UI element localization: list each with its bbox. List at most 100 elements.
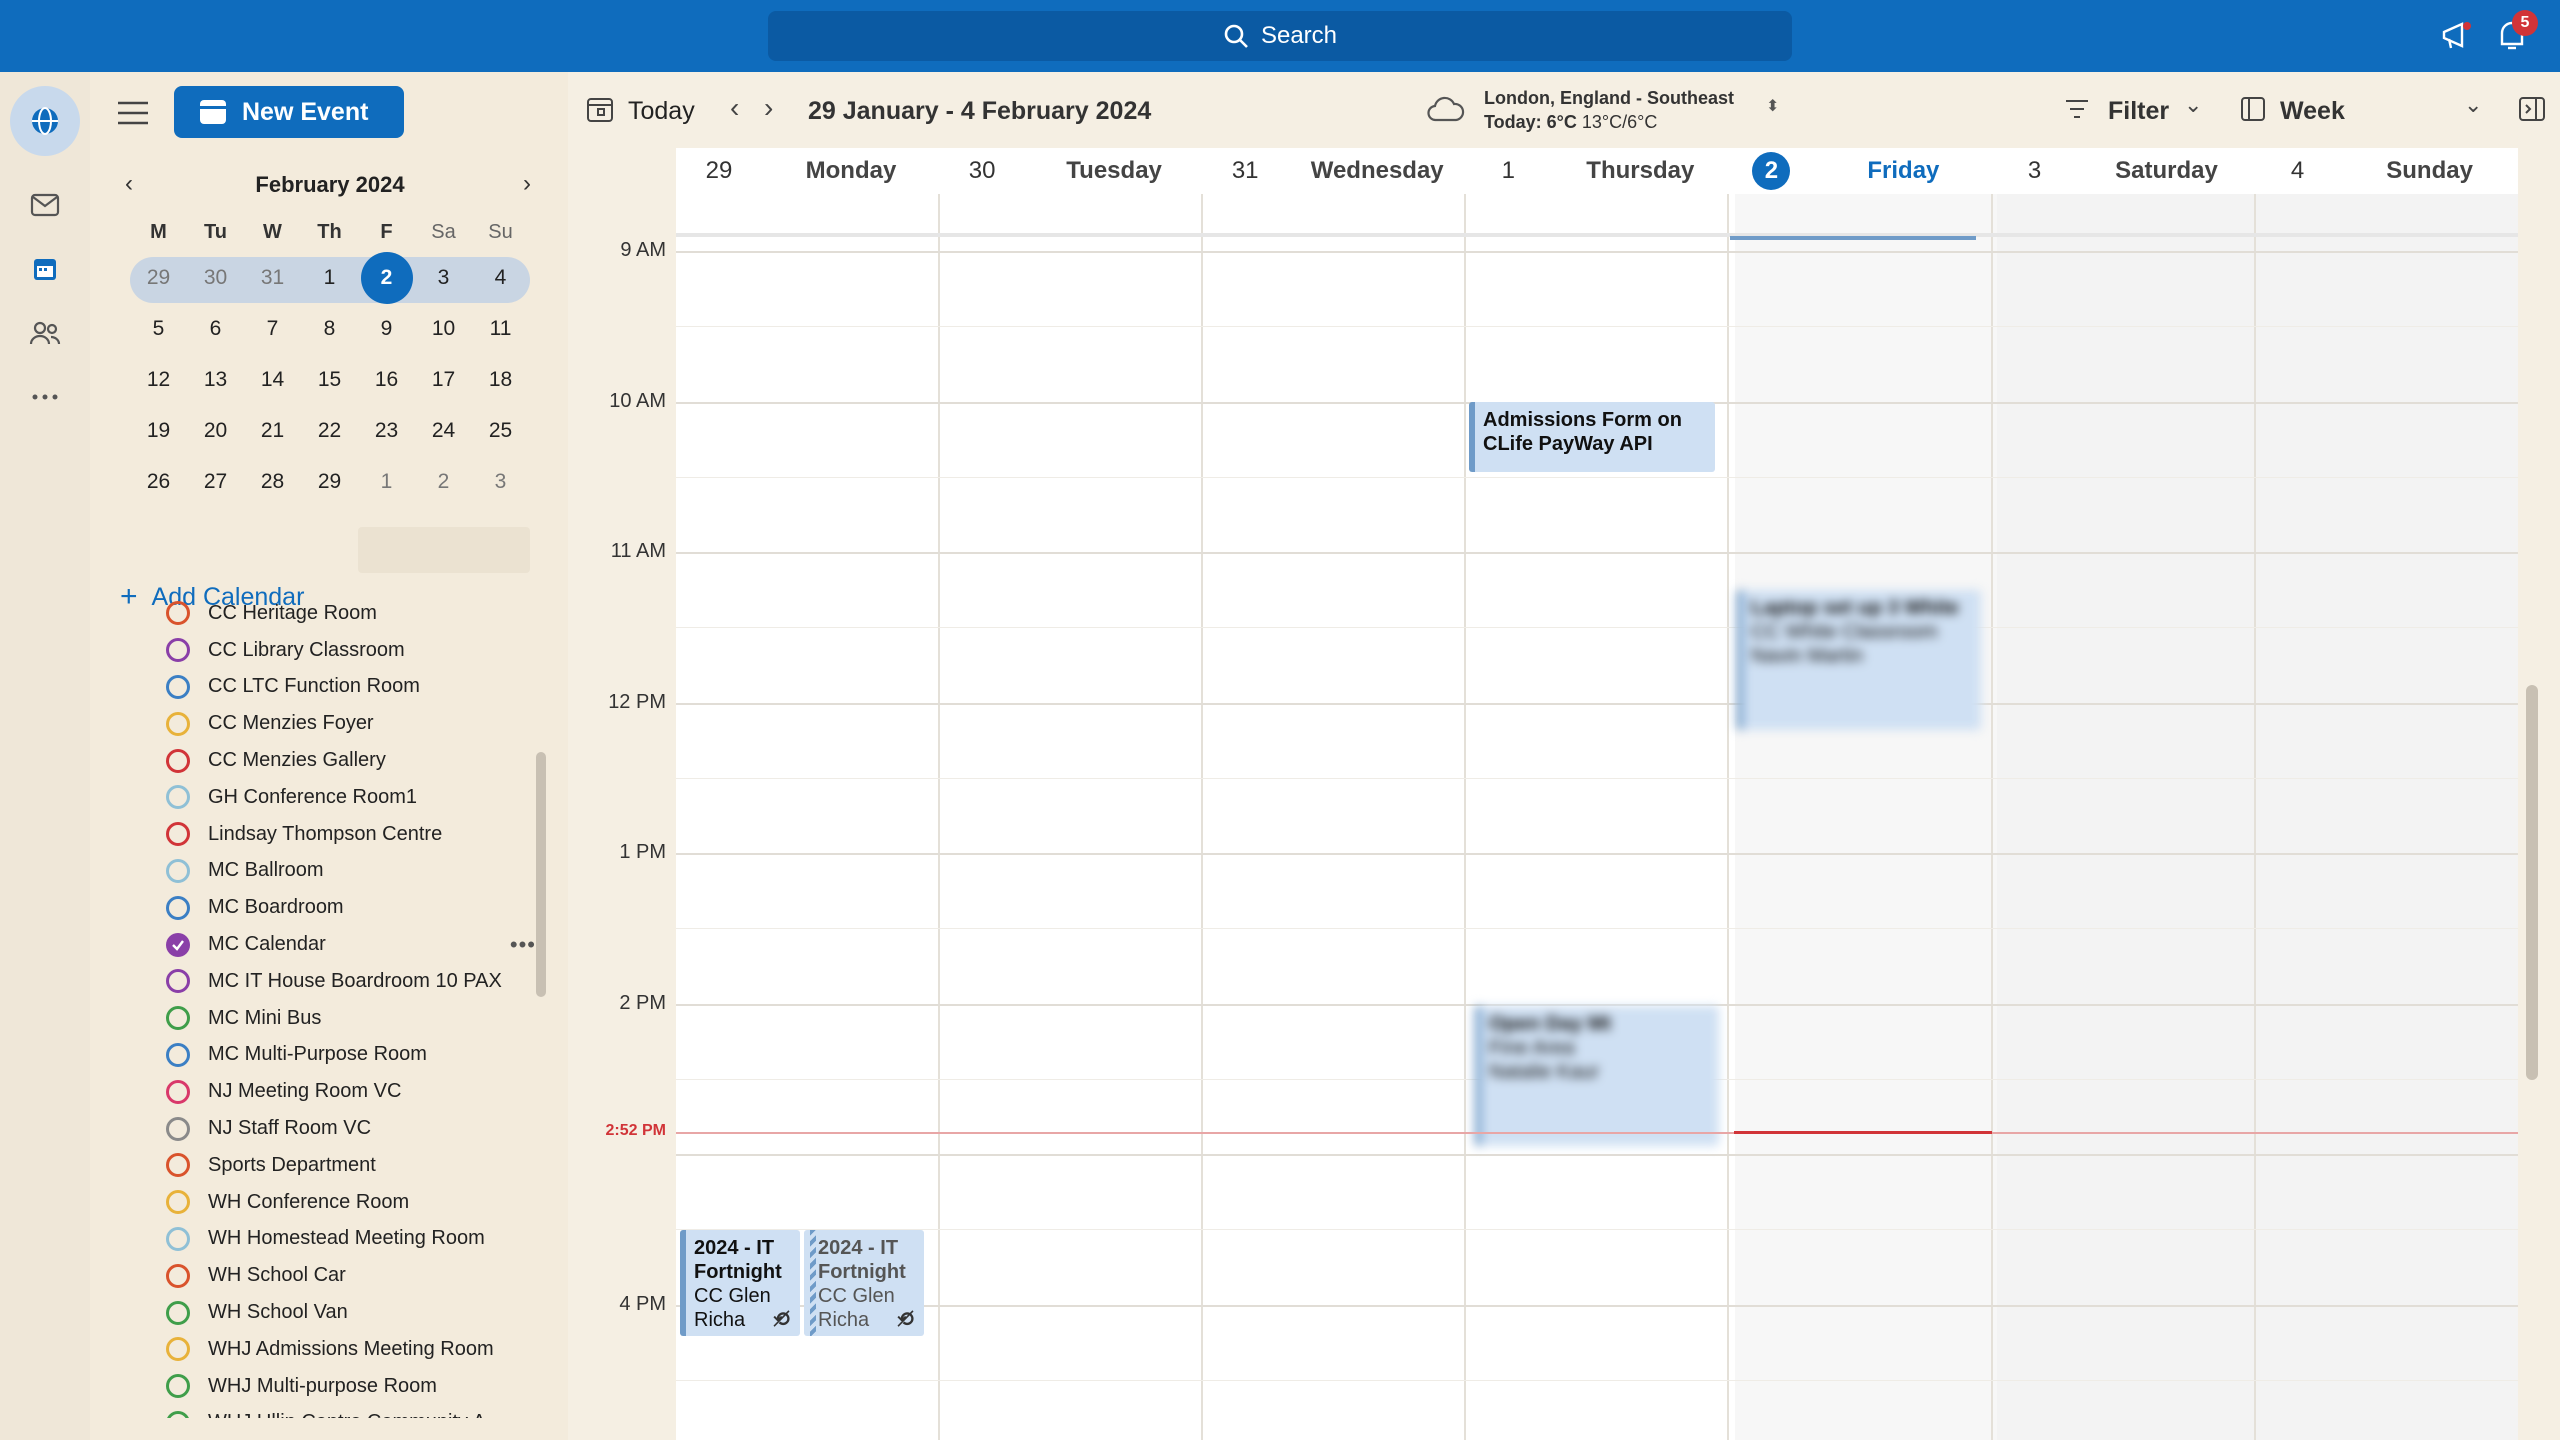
rail-more-button[interactable]	[22, 374, 68, 420]
calendar-list-item[interactable]: WH Homestead Meeting Room	[166, 1221, 566, 1258]
mini-day[interactable]: 1	[358, 460, 415, 504]
calendar-color-circle[interactable]	[166, 969, 190, 994]
calendar-color-circle[interactable]	[166, 674, 190, 699]
hamburger-icon[interactable]	[116, 98, 150, 128]
calendar-color-circle[interactable]	[166, 785, 190, 810]
mini-day[interactable]: 30	[187, 256, 244, 300]
rail-mail-button[interactable]	[22, 182, 68, 228]
day-header-sunday[interactable]: 4 Sunday	[2255, 148, 2518, 194]
megaphone-icon[interactable]	[2440, 18, 2476, 54]
calendar-color-circle[interactable]	[166, 1410, 190, 1418]
calendar-list-item[interactable]: WH Conference Room	[166, 1184, 566, 1221]
next-week-button[interactable]: ›	[764, 92, 773, 124]
day-header-wednesday[interactable]: 31 Wednesday	[1202, 148, 1465, 194]
mini-day[interactable]: 27	[187, 460, 244, 504]
mini-calendar-prev-button[interactable]: ‹	[114, 170, 144, 198]
calendar-color-circle[interactable]	[166, 1116, 190, 1141]
calendar-color-circle[interactable]	[166, 1153, 190, 1178]
event-blurred-thursday[interactable]: Open Day Mt Fine Area Natalie Kaur	[1475, 1006, 1719, 1146]
calendar-list-item[interactable]: MC IT House Boardroom 10 PAX	[166, 963, 566, 1000]
event-it-fortnight-1[interactable]: 2024 - IT Fortnight CC Glen Richa ⟲̸	[680, 1230, 800, 1336]
calendar-color-circle[interactable]	[166, 748, 190, 773]
mini-day[interactable]: 23	[358, 409, 415, 453]
calendar-list-item[interactable]: WH School Car	[166, 1257, 566, 1294]
calendar-list-item[interactable]: NJ Staff Room VC	[166, 1110, 566, 1147]
mini-day[interactable]: 7	[244, 307, 301, 351]
calendar-color-circle[interactable]	[166, 1079, 190, 1104]
calendar-list-item[interactable]: GH Conference Room1	[166, 779, 566, 816]
calendar-color-circle[interactable]	[166, 1042, 190, 1067]
calendar-scrollbar[interactable]	[2526, 685, 2538, 1080]
mini-day[interactable]: 1	[301, 256, 358, 300]
rail-calendar-button[interactable]	[22, 246, 68, 292]
calendar-list-item[interactable]: NJ Meeting Room VC	[166, 1073, 566, 1110]
mini-day[interactable]: 4	[472, 256, 529, 300]
mini-day[interactable]: 10	[415, 307, 472, 351]
mini-day[interactable]: 6	[187, 307, 244, 351]
calendar-list-item[interactable]: WHJ Multi-purpose Room	[166, 1368, 566, 1405]
calendar-list-item[interactable]: CC Heritage Room	[166, 595, 566, 632]
mini-day[interactable]: 3	[415, 256, 472, 300]
calendar-list-item[interactable]: MC Ballroom	[166, 853, 566, 890]
mini-day[interactable]: 11	[472, 307, 529, 351]
calendar-color-circle[interactable]	[166, 1374, 190, 1399]
calendar-list-item[interactable]: MC Mini Bus	[166, 1000, 566, 1037]
mini-day[interactable]: 29	[301, 460, 358, 504]
view-chevron-down-icon[interactable]: ⌄	[2464, 92, 2482, 118]
rail-people-button[interactable]	[22, 310, 68, 356]
calendar-list-item[interactable]: CC Library Classroom	[166, 632, 566, 669]
view-selector[interactable]: Week	[2280, 97, 2345, 126]
calendar-list-item[interactable]: Lindsay Thompson Centre	[166, 816, 566, 853]
mini-day-today[interactable]: 2	[358, 251, 415, 304]
mini-day[interactable]: 29	[130, 256, 187, 300]
calendar-color-circle[interactable]	[166, 1190, 190, 1215]
weather-location[interactable]: London, England - Southeast	[1484, 88, 1734, 109]
calendar-color-circle[interactable]	[166, 1263, 190, 1288]
mini-day[interactable]: 22	[301, 409, 358, 453]
mini-day[interactable]: 25	[472, 409, 529, 453]
mini-day[interactable]: 28	[244, 460, 301, 504]
prev-week-button[interactable]: ‹	[730, 92, 739, 124]
calendar-list-item[interactable]: WHJ Admissions Meeting Room	[166, 1331, 566, 1368]
mini-day[interactable]: 18	[472, 358, 529, 402]
calendar-color-circle[interactable]	[166, 638, 190, 663]
side-panel-icon[interactable]	[2518, 96, 2546, 122]
day-header-tuesday[interactable]: 30 Tuesday	[939, 148, 1202, 194]
calendar-color-circle[interactable]	[166, 1337, 190, 1362]
day-header-thursday[interactable]: 1 Thursday	[1465, 148, 1728, 194]
calendar-color-circle[interactable]	[166, 1226, 190, 1251]
mini-day[interactable]: 13	[187, 358, 244, 402]
weather-expand-icon[interactable]: ⬍	[1766, 96, 1779, 116]
checkmark-icon[interactable]	[166, 932, 190, 957]
more-options-icon[interactable]: •••	[510, 932, 536, 958]
mini-calendar-next-button[interactable]: ›	[512, 170, 542, 198]
calendar-list-item[interactable]: MC Multi-Purpose Room	[166, 1037, 566, 1074]
calendar-list-item[interactable]: MC Boardroom	[166, 889, 566, 926]
mini-day[interactable]: 21	[244, 409, 301, 453]
mini-day[interactable]: 15	[301, 358, 358, 402]
calendar-list-item[interactable]: WH School Van	[166, 1294, 566, 1331]
mini-day[interactable]: 16	[358, 358, 415, 402]
mini-day[interactable]: 26	[130, 460, 187, 504]
calendar-list-item[interactable]: CC Menzies Gallery	[166, 742, 566, 779]
week-grid[interactable]: Admissions Form on CLife PayWay API Lapt…	[676, 194, 2518, 1440]
mini-day[interactable]: 3	[472, 460, 529, 504]
event-it-fortnight-2[interactable]: 2024 - IT Fortnight CC Glen Richa ⟲̸	[804, 1230, 924, 1336]
calendar-list-item[interactable]: WHJ Ullin Centre Community A...	[166, 1405, 566, 1418]
filter-chevron-down-icon[interactable]: ⌄	[2184, 92, 2202, 118]
calendar-color-circle[interactable]	[166, 1300, 190, 1325]
rail-globe-button[interactable]	[10, 86, 80, 156]
mini-day[interactable]: 31	[244, 256, 301, 300]
calendar-list-item[interactable]: MC Calendar •••	[166, 926, 566, 963]
calendar-color-circle[interactable]	[166, 711, 190, 736]
mini-day[interactable]: 14	[244, 358, 301, 402]
new-event-button[interactable]: New Event	[174, 86, 404, 138]
event-blurred-friday[interactable]: Laptop set up 3 White CC White Classroom…	[1737, 590, 1981, 730]
day-header-saturday[interactable]: 3 Saturday	[1992, 148, 2255, 194]
today-button[interactable]: Today	[628, 97, 695, 126]
mini-day[interactable]: 5	[130, 307, 187, 351]
calendar-color-circle[interactable]	[166, 601, 190, 626]
mini-day[interactable]: 19	[130, 409, 187, 453]
calendar-list-item[interactable]: CC Menzies Foyer	[166, 705, 566, 742]
mini-day[interactable]: 2	[415, 460, 472, 504]
